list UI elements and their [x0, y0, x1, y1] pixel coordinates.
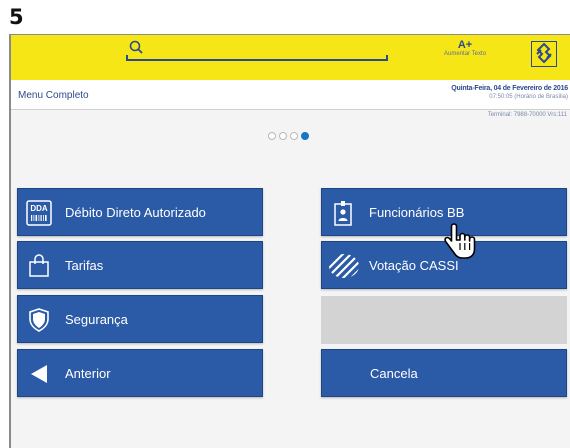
banco-do-brasil-logo-icon	[531, 41, 557, 67]
shield-icon	[26, 307, 52, 333]
anterior-button[interactable]: Anterior	[17, 349, 263, 397]
back-arrow-icon	[26, 361, 52, 387]
page-dot-2[interactable]	[279, 132, 287, 140]
page-dot-3[interactable]	[290, 132, 298, 140]
increase-text-label: A+	[457, 39, 473, 51]
tarifas-button-label: Tarifas	[65, 258, 104, 273]
tarifas-button[interactable]: Tarifas	[17, 241, 263, 289]
search-underline-start	[126, 55, 128, 61]
seguranca-button-label: Segurança	[65, 312, 128, 327]
votacao-cassi-button-label: Votação CASSI	[369, 258, 459, 273]
step-number: 5	[9, 5, 24, 29]
seguranca-button[interactable]: Segurança	[17, 295, 263, 343]
page-dot-4-active[interactable]	[301, 132, 309, 140]
dda-icon-text: DDA	[30, 204, 48, 213]
page-dot-1[interactable]	[268, 132, 276, 140]
page-indicator	[268, 132, 309, 140]
empty-button-slot	[321, 296, 567, 344]
search-underline-end	[386, 55, 388, 61]
search-icon	[129, 40, 143, 54]
id-badge-icon	[330, 200, 356, 226]
cassi-logo-icon	[327, 253, 361, 279]
dda-button-label: Débito Direto Autorizado	[65, 205, 206, 220]
search-field[interactable]	[126, 40, 388, 61]
dda-icon: DDA	[26, 200, 52, 226]
cancela-button[interactable]: Cancela	[321, 349, 567, 397]
top-header: A+ Aumentar Texto	[11, 35, 570, 80]
increase-text-caption: Aumentar Texto	[444, 51, 486, 57]
hand-pointer-cursor-icon	[444, 223, 476, 259]
dda-button[interactable]: DDA Débito Direto Autorizado	[17, 188, 263, 236]
cancela-button-label: Cancela	[370, 366, 418, 381]
info-bar: Menu Completo Quinta-Feira, 04 de Fevere…	[11, 80, 570, 110]
time-text: 07:50:05 (Horário de Brasília)	[489, 94, 568, 100]
terminal-info: Terminal: 7988-70000 Vrs:111	[487, 112, 567, 118]
atm-screen: A+ Aumentar Texto Menu Completo Quinta-F…	[9, 34, 570, 448]
funcionarios-button-label: Funcionários BB	[369, 205, 465, 220]
datetime-display: Quinta-Feira, 04 de Fevereiro de 2016 07…	[451, 85, 568, 101]
anterior-button-label: Anterior	[65, 366, 111, 381]
date-text: Quinta-Feira, 04 de Fevereiro de 2016	[451, 85, 568, 92]
menu-title: Menu Completo	[18, 90, 89, 101]
increase-text-button[interactable]: A+ Aumentar Texto	[439, 39, 491, 58]
shopping-bag-icon	[26, 253, 52, 279]
